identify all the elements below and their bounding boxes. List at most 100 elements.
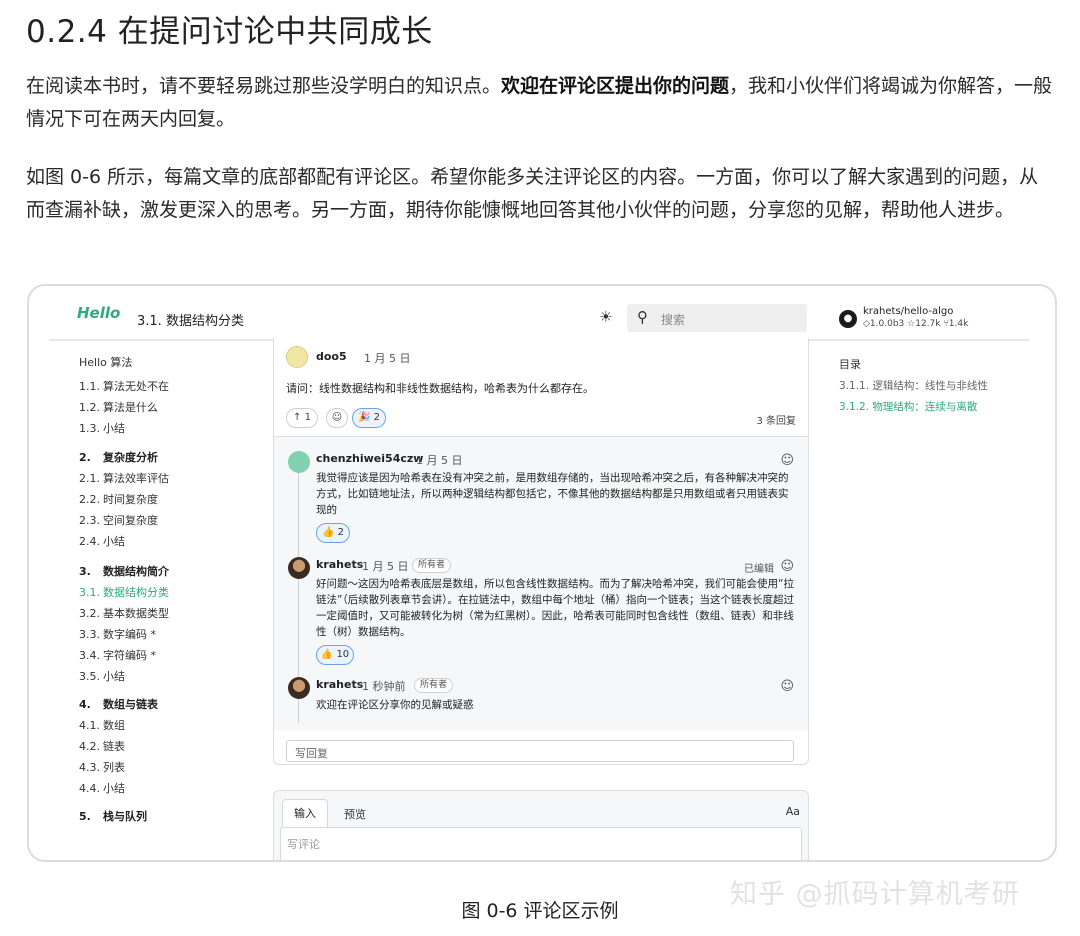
edited-label[interactable]: 已编辑 (744, 560, 774, 575)
sidebar-item-label: 数字编码 * (103, 628, 156, 641)
avatar[interactable] (286, 346, 308, 368)
sidebar-item[interactable]: 2.2. 时间复杂度 (79, 491, 158, 507)
comment-textarea[interactable]: 写评论 (280, 827, 802, 860)
sidebar-item[interactable]: 2.1. 算法效率评估 (79, 470, 169, 486)
add-reaction-smiley-icon[interactable]: ☺ (780, 679, 794, 694)
replies-count[interactable]: 3 条回复 (756, 412, 796, 427)
sidebar-item[interactable]: 3.4. 字符编码 * (79, 647, 156, 663)
sidebar-item-label: 列表 (103, 761, 125, 774)
owner-badge: 所有者 (414, 678, 454, 693)
sidebar-item-number: 3.2. (79, 607, 100, 620)
upvote-button[interactable]: ↑ 1 (286, 408, 318, 428)
reaction-tada-button[interactable]: 🎉 2 (352, 408, 386, 428)
sidebar-item-label: 小结 (103, 670, 125, 683)
discussion-thread: doo5 1 月 5 日 请问：线性数据结构和非线性数据结构，哈希表为什么都存在… (273, 338, 809, 765)
sidebar-home-link[interactable]: Hello 算法 (79, 354, 132, 370)
sidebar-item-number: 3.3. (79, 628, 100, 641)
sidebar-item-number: 4.1. (79, 719, 100, 732)
sidebar-item[interactable]: 4. 数组与链表 (79, 696, 158, 712)
comment-date[interactable]: 1 秒钟前 (362, 678, 406, 694)
reaction-thumbsup-button[interactable]: 👍 2 (316, 523, 350, 543)
comment-date[interactable]: 1 月 5 日 (416, 452, 463, 468)
paragraph-figure-intro: 如图 0-6 所示，每篇文章的底部都配有评论区。希望你能多关注评论区的内容。一方… (26, 166, 1039, 221)
sidebar-item-number: 5. (79, 810, 91, 823)
sidebar-item[interactable]: 4.2. 链表 (79, 738, 125, 754)
sidebar-item[interactable]: 4.1. 数组 (79, 717, 125, 733)
section-heading: 0.2.4 在提问讨论中共同成长 (26, 14, 433, 50)
avatar[interactable] (288, 557, 310, 579)
sidebar-item-label: 栈与队列 (103, 810, 147, 823)
paragraph-intro: 在阅读本书时，请不要轻易跳过那些没学明白的知识点。欢迎在评论区提出你的问题，我和… (26, 70, 1056, 136)
sidebar-item-label: 数据结构简介 (103, 565, 169, 578)
site-logo[interactable]: Hello (77, 304, 120, 322)
sidebar-item-label: 小结 (103, 535, 125, 548)
github-icon[interactable]: ● (839, 310, 857, 328)
comment-section-screenshot: Hello 3.1. 数据结构分类 ☀ ⚲ 搜索 ● krahets/hello… (27, 284, 1057, 862)
sidebar-item-label: 算法是什么 (103, 401, 158, 414)
comment-author[interactable]: krahets (316, 678, 363, 691)
paragraph-bold-text: 欢迎在评论区提出你的问题 (501, 75, 730, 97)
sidebar-item-number: 2.4. (79, 535, 100, 548)
tab-input[interactable]: 输入 (282, 799, 328, 827)
sidebar-item-label: 小结 (103, 782, 125, 795)
page-title: 3.1. 数据结构分类 (137, 314, 244, 329)
search-icon: ⚲ (637, 308, 648, 326)
repo-forks: 1.4k (948, 319, 969, 329)
sidebar-item[interactable]: 2.3. 空间复杂度 (79, 512, 158, 528)
sidebar-item[interactable]: 1.2. 算法是什么 (79, 399, 158, 415)
sidebar-item-label: 时间复杂度 (103, 493, 158, 506)
sidebar-item[interactable]: 2. 复杂度分析 (79, 449, 158, 465)
sidebar-item-number: 4.2. (79, 740, 100, 753)
question-author[interactable]: doo5 (316, 350, 347, 363)
reply-input[interactable]: 写回复 (286, 740, 794, 762)
sidebar-item[interactable]: 4.3. 列表 (79, 759, 125, 775)
reaction-thumbsup-button[interactable]: 👍 10 (316, 645, 354, 665)
sidebar-item-number: 2.2. (79, 493, 100, 506)
toc-item[interactable]: 3.1.1. 逻辑结构：线性与非线性 (839, 378, 988, 393)
sidebar-item-number: 1.3. (79, 422, 100, 435)
sidebar-item[interactable]: 5. 栈与队列 (79, 808, 147, 824)
sidebar-item[interactable]: 3.3. 数字编码 * (79, 626, 156, 642)
sidebar-item-number: 2.3. (79, 514, 100, 527)
sidebar-item-label: 空间复杂度 (103, 514, 158, 527)
replies-list: chenzhiwei54czw 1 月 5 日 ☺ 我觉得应该是因为哈希表在没有… (274, 436, 808, 730)
repo-name[interactable]: krahets/hello-algo (863, 306, 953, 317)
sidebar-item[interactable]: 3.5. 小结 (79, 668, 125, 684)
sidebar-item-number: 4.3. (79, 761, 100, 774)
sidebar-item-label: 链表 (103, 740, 125, 753)
site-header: Hello 3.1. 数据结构分类 ☀ ⚲ 搜索 ● krahets/hello… (29, 286, 1055, 338)
repo-stars: 12.7k (915, 319, 941, 329)
theme-toggle-sun-icon[interactable]: ☀ (599, 308, 612, 326)
comment-author[interactable]: krahets (316, 558, 363, 571)
comment-body: 欢迎在评论区分享你的见解或疑惑 (316, 699, 474, 711)
paragraph-text: 在阅读本书时，请不要轻易跳过那些没学明白的知识点。 (26, 75, 502, 97)
add-reaction-smiley-icon[interactable]: ☺ (780, 559, 794, 574)
sidebar-item-number: 3.5. (79, 670, 100, 683)
repo-version: 1.0.0b3 (869, 319, 905, 329)
sidebar-item-label: 数组与链表 (103, 698, 158, 711)
sidebar-item[interactable]: 2.4. 小结 (79, 533, 125, 549)
formatting-toggle-button[interactable]: Aa (786, 805, 800, 818)
avatar[interactable] (288, 451, 310, 473)
tab-preview[interactable]: 预览 (344, 806, 366, 822)
sidebar-item[interactable]: 1.3. 小结 (79, 420, 125, 436)
search-box[interactable]: ⚲ 搜索 (627, 304, 807, 332)
sidebar-item-number: 3.1. (79, 586, 100, 599)
comment-date[interactable]: 1 月 5 日 (362, 558, 409, 574)
avatar[interactable] (288, 677, 310, 699)
question-date[interactable]: 1 月 5 日 (364, 350, 411, 366)
sidebar-item[interactable]: 1.1. 算法无处不在 (79, 378, 169, 394)
add-reaction-smiley-icon[interactable]: ☺ (326, 408, 348, 428)
sidebar-item[interactable]: 3.2. 基本数据类型 (79, 605, 169, 621)
sidebar-item-label: 数组 (103, 719, 125, 732)
sidebar-item-number: 2. (79, 451, 91, 464)
sidebar-item[interactable]: 3. 数据结构简介 (79, 563, 169, 579)
sidebar-item[interactable]: 3.1. 数据结构分类 (79, 584, 169, 600)
add-reaction-smiley-icon[interactable]: ☺ (780, 453, 794, 468)
question-body: 请问：线性数据结构和非线性数据结构，哈希表为什么都存在。 (286, 382, 594, 395)
comment-author[interactable]: chenzhiwei54czw (316, 452, 423, 465)
tag-icon: ◇ (863, 319, 870, 329)
sidebar-item-label: 算法无处不在 (103, 380, 169, 393)
sidebar-item[interactable]: 4.4. 小结 (79, 780, 125, 796)
toc-item-active[interactable]: 3.1.2. 物理结构：连续与离散 (839, 399, 977, 414)
